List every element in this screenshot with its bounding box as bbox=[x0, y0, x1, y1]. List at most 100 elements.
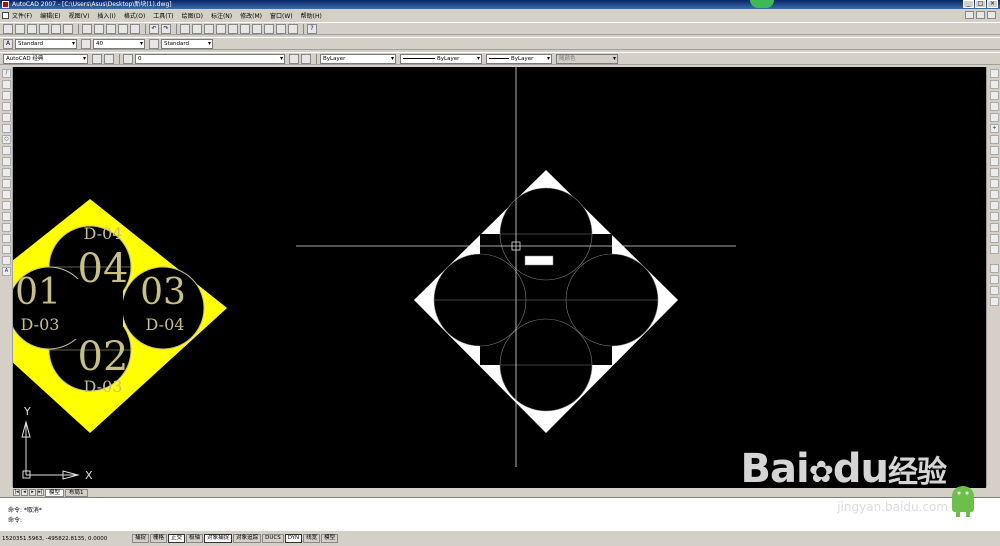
command-prompt[interactable]: 命令: bbox=[8, 516, 1000, 526]
undo-icon[interactable]: ↶ bbox=[149, 23, 159, 34]
color-select[interactable]: ByLayer bbox=[320, 53, 396, 64]
workspace-select[interactable]: AutoCAD 经典 bbox=[3, 53, 88, 64]
ducs-toggle[interactable]: DUCS bbox=[262, 534, 284, 543]
line-icon[interactable]: / bbox=[2, 69, 11, 78]
menu-tools[interactable]: 工具(T) bbox=[153, 11, 173, 20]
send-to-back-icon[interactable] bbox=[990, 286, 999, 295]
array-icon[interactable] bbox=[990, 113, 999, 122]
circle-icon[interactable]: ○ bbox=[2, 135, 11, 144]
mirror-icon[interactable] bbox=[990, 91, 999, 100]
hatch-icon[interactable] bbox=[2, 223, 11, 232]
polyline-icon[interactable] bbox=[2, 91, 11, 100]
ellipse-icon[interactable] bbox=[2, 168, 11, 177]
menu-view[interactable]: 视图(V) bbox=[69, 11, 90, 20]
polar-toggle[interactable]: 极轴 bbox=[186, 534, 204, 543]
layer-previous-icon[interactable] bbox=[301, 53, 311, 64]
rotate-icon[interactable] bbox=[990, 135, 999, 144]
trim-icon[interactable] bbox=[990, 168, 999, 177]
ellipse-arc-icon[interactable] bbox=[2, 179, 11, 188]
osnap-toggle[interactable]: 对象捕捉 bbox=[204, 534, 233, 543]
linetype-select[interactable]: ByLayer bbox=[400, 53, 482, 64]
calculator-icon[interactable] bbox=[288, 23, 298, 34]
snap-toggle[interactable]: 捕捉 bbox=[132, 534, 150, 543]
move-icon[interactable]: + bbox=[990, 124, 999, 133]
tab-prev-button[interactable]: ◂ bbox=[21, 489, 28, 496]
menu-window[interactable]: 窗口(W) bbox=[270, 11, 293, 20]
chamfer-icon[interactable] bbox=[990, 223, 999, 232]
menu-edit[interactable]: 编辑(E) bbox=[40, 11, 60, 20]
right-block[interactable] bbox=[414, 170, 678, 433]
publish-icon[interactable] bbox=[63, 23, 73, 34]
menu-help[interactable]: 帮助(H) bbox=[301, 11, 322, 20]
open-icon[interactable] bbox=[15, 23, 25, 34]
dyn-toggle[interactable]: DYN bbox=[284, 534, 303, 543]
bring-to-front-icon[interactable] bbox=[990, 275, 999, 284]
block-editor-icon[interactable] bbox=[130, 23, 140, 34]
break-icon[interactable] bbox=[990, 201, 999, 210]
autocad-app-icon[interactable] bbox=[2, 1, 9, 8]
tab-last-button[interactable]: ▸| bbox=[37, 489, 44, 496]
cut-icon[interactable] bbox=[82, 23, 92, 34]
layer-select[interactable]: 0 bbox=[135, 53, 285, 64]
doc-minimize-button[interactable] bbox=[965, 11, 974, 19]
menu-file[interactable]: 文件(F) bbox=[12, 11, 32, 20]
make-current-layer-icon[interactable] bbox=[289, 53, 299, 64]
sheet-set-icon[interactable] bbox=[264, 23, 274, 34]
construction-line-icon[interactable] bbox=[2, 80, 11, 89]
rectangle-icon[interactable] bbox=[2, 113, 11, 122]
table-icon[interactable] bbox=[2, 256, 11, 265]
doc-restore-button[interactable] bbox=[976, 11, 985, 19]
erase-icon[interactable] bbox=[990, 69, 999, 78]
tab-model[interactable]: 模型 bbox=[45, 488, 65, 497]
menu-draw[interactable]: 绘图(D) bbox=[182, 11, 203, 20]
multiline-text-icon[interactable]: A bbox=[2, 267, 11, 276]
menu-modify[interactable]: 修改(M) bbox=[240, 11, 262, 20]
menu-format[interactable]: 格式(O) bbox=[124, 11, 145, 20]
print-icon[interactable] bbox=[39, 23, 49, 34]
markup-icon[interactable] bbox=[276, 23, 286, 34]
document-icon[interactable] bbox=[2, 12, 9, 19]
text-style-select[interactable]: Standard bbox=[15, 38, 77, 49]
polygon-icon[interactable] bbox=[2, 102, 11, 111]
copy-object-icon[interactable] bbox=[990, 80, 999, 89]
pan-icon[interactable] bbox=[180, 23, 190, 34]
print-preview-icon[interactable] bbox=[51, 23, 61, 34]
redo-icon[interactable]: ↷ bbox=[161, 23, 171, 34]
help-icon[interactable]: ? bbox=[307, 23, 317, 34]
scale-icon[interactable] bbox=[990, 146, 999, 155]
dim-style-select[interactable]: Standard bbox=[161, 38, 213, 49]
maximize-button[interactable]: □ bbox=[975, 0, 986, 8]
offset-icon[interactable] bbox=[990, 102, 999, 111]
zoom-previous-icon[interactable] bbox=[216, 23, 226, 34]
gradient-icon[interactable] bbox=[2, 234, 11, 243]
lineweight-toggle[interactable]: 线宽 bbox=[303, 534, 321, 543]
bring-above-icon[interactable] bbox=[990, 297, 999, 306]
extend-icon[interactable] bbox=[990, 179, 999, 188]
stretch-icon[interactable] bbox=[990, 157, 999, 166]
break-at-point-icon[interactable] bbox=[990, 190, 999, 199]
copy-icon[interactable] bbox=[94, 23, 104, 34]
text-height-select[interactable]: 40 bbox=[93, 38, 145, 49]
close-button[interactable]: × bbox=[987, 0, 998, 8]
tab-next-button[interactable]: ▸ bbox=[29, 489, 36, 496]
tab-first-button[interactable]: |◂ bbox=[13, 489, 20, 496]
coordinate-readout[interactable]: 1520351.5963, -495822.8135, 0.0000 bbox=[2, 536, 132, 542]
paste-icon[interactable] bbox=[106, 23, 116, 34]
region-icon[interactable] bbox=[2, 245, 11, 254]
tab-layout1[interactable]: 布局1 bbox=[65, 488, 88, 497]
lineweight-select[interactable]: ByLayer bbox=[486, 53, 552, 64]
drawing-canvas[interactable]: D-04 04 01 03 D-03 D-04 02 D-03 Y X bbox=[13, 67, 986, 488]
match-properties-icon[interactable] bbox=[118, 23, 128, 34]
otrack-toggle[interactable]: 对象追踪 bbox=[233, 534, 262, 543]
fillet-icon[interactable] bbox=[990, 234, 999, 243]
draw-order-icon[interactable] bbox=[990, 264, 999, 273]
properties-icon[interactable] bbox=[228, 23, 238, 34]
save-icon[interactable] bbox=[27, 23, 37, 34]
make-block-icon[interactable] bbox=[2, 201, 11, 210]
design-center-icon[interactable] bbox=[240, 23, 250, 34]
zoom-realtime-icon[interactable] bbox=[192, 23, 202, 34]
explode-icon[interactable] bbox=[990, 245, 999, 254]
model-space-toggle[interactable]: 模型 bbox=[321, 534, 339, 543]
menu-insert[interactable]: 插入(I) bbox=[97, 11, 115, 20]
doc-close-button[interactable] bbox=[987, 11, 996, 19]
